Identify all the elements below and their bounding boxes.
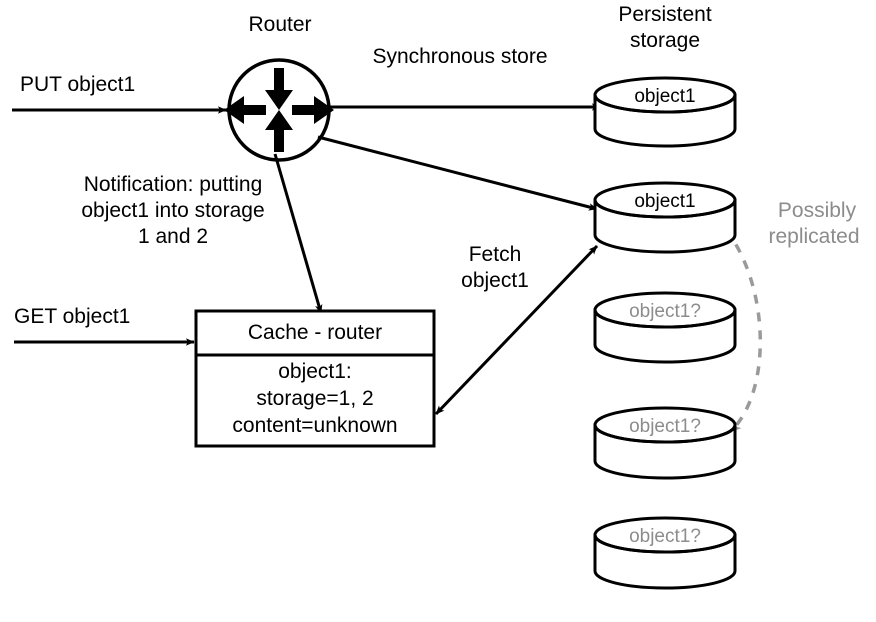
diagram-canvas: Router Synchronous store Persistent stor…: [0, 0, 876, 622]
router-node: [224, 58, 334, 162]
notification-label-line1: Notification: putting: [83, 173, 263, 196]
cache-box-body-line1: object1:: [278, 360, 352, 383]
put-request-label: PUT object1: [20, 73, 136, 96]
persistent-storage-label-line1: Persistent: [618, 3, 712, 26]
cache-box-body-line3: content=unknown: [232, 414, 398, 437]
fetch-label-line2: object1: [461, 269, 529, 292]
router-to-storage2-arrow: [317, 135, 598, 211]
cache-box-body-line2: storage=1, 2: [256, 387, 374, 410]
possibly-replicated-label-line2: replicated: [768, 225, 860, 248]
persistent-storage-label-line2: storage: [629, 29, 701, 52]
router-label: Router: [248, 13, 312, 36]
cylinder-label-1: object1: [634, 86, 696, 107]
cylinder-label-5: object1?: [629, 526, 701, 547]
cache-box-header: Cache - router: [247, 321, 383, 344]
synchronous-store-label: Synchronous store: [372, 45, 548, 68]
possibly-replicated-label-line1: Possibly: [777, 199, 857, 222]
notification-label-line2: object1 into storage: [81, 199, 265, 222]
cylinder-label-2: object1: [634, 191, 696, 212]
cylinder-label-3: object1?: [629, 301, 701, 322]
cylinder-label-4: object1?: [629, 416, 701, 437]
fetch-label-line1: Fetch: [468, 243, 522, 266]
notification-label-line3: 1 and 2: [137, 225, 209, 248]
